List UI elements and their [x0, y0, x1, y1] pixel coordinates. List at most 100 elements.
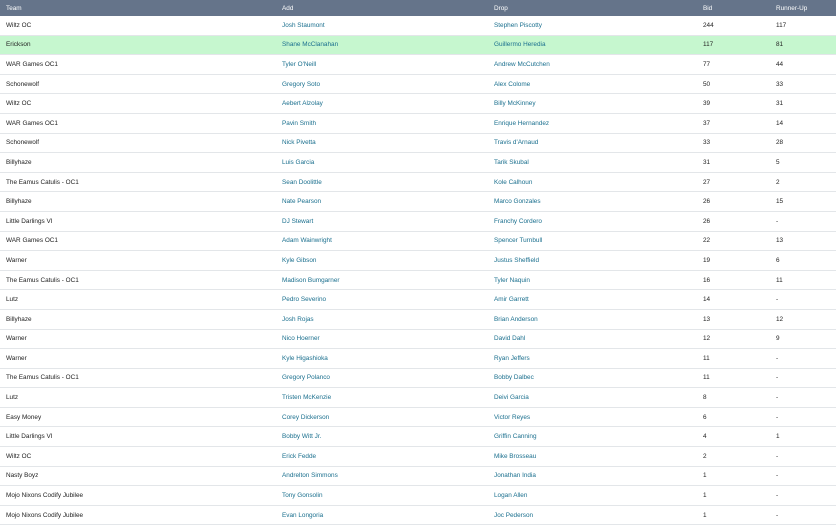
table-row: Wiltz OC Aebert Alzolay Billy McKinney 39 31 — [0, 93, 836, 114]
dropped-player-link[interactable]: Enrique Hernandez — [494, 120, 549, 127]
add-cell: Nico Hoerner — [276, 329, 488, 350]
drop-cell: Alex Colome — [488, 74, 697, 95]
added-player-link[interactable]: Pedro Severino — [282, 296, 326, 303]
added-player-link[interactable]: Kyle Higashioka — [282, 355, 328, 362]
added-player-link[interactable]: DJ Stewart — [282, 218, 313, 225]
added-player-link[interactable]: Nico Hoerner — [282, 335, 320, 342]
dropped-player-link[interactable]: Tyler Naquin — [494, 277, 530, 284]
added-player-link[interactable]: Pavin Smith — [282, 120, 316, 127]
added-player-link[interactable]: Sean Doolittle — [282, 179, 322, 186]
added-player-link[interactable]: Madison Bumgarner — [282, 277, 340, 284]
runner-up-column-header[interactable]: Runner-Up — [770, 0, 836, 16]
dropped-player-link[interactable]: Brian Anderson — [494, 316, 538, 323]
bid-cell: 12 — [697, 329, 770, 350]
add-cell: Bobby Witt Jr. — [276, 426, 488, 448]
team-cell: Lutz — [0, 387, 276, 408]
team-cell: The Eamus Catulis - OC1 — [0, 368, 276, 389]
runner-up-cell: 31 — [770, 93, 836, 114]
dropped-player-link[interactable]: Victor Reyes — [494, 414, 530, 421]
dropped-player-link[interactable]: Spencer Turnbull — [494, 237, 542, 244]
team-cell: Mojo Nixons Codify Jubilee — [0, 485, 276, 506]
bid-cell: 31 — [697, 152, 770, 173]
team-column-header[interactable]: Team — [0, 0, 276, 16]
dropped-player-link[interactable]: Billy McKinney — [494, 100, 536, 107]
runner-up-cell: - — [770, 466, 836, 487]
runner-up-cell: 117 — [770, 16, 836, 36]
added-player-link[interactable]: Corey Dickerson — [282, 414, 329, 421]
dropped-player-link[interactable]: Travis d'Arnaud — [494, 139, 538, 146]
added-player-link[interactable]: Kyle Gibson — [282, 257, 316, 264]
add-column-header[interactable]: Add — [276, 0, 488, 16]
dropped-player-link[interactable]: Tarik Skubal — [494, 159, 529, 166]
runner-up-cell: - — [770, 368, 836, 389]
dropped-player-link[interactable]: Joc Pederson — [494, 512, 533, 519]
added-player-link[interactable]: Adam Wainwright — [282, 237, 332, 244]
table-row: Mojo Nixons Codify Jubilee Tony Gonsolin L… — [0, 485, 836, 506]
added-player-link[interactable]: Erick Fedde — [282, 453, 316, 460]
added-player-link[interactable]: Gregory Soto — [282, 81, 320, 88]
transactions-table: Team Add Drop Bid Runner-Up Wiltz OC Josh… — [0, 0, 836, 525]
bid-cell: 2 — [697, 446, 770, 467]
dropped-player-link[interactable]: Alex Colome — [494, 81, 530, 88]
bid-cell: 27 — [697, 172, 770, 193]
dropped-player-link[interactable]: Guillermo Heredia — [494, 41, 546, 48]
team-cell: WAR Games OC1 — [0, 54, 276, 75]
drop-cell: Mike Brosseau — [488, 446, 697, 467]
runner-up-cell: - — [770, 348, 836, 369]
added-player-link[interactable]: Tyler O'Neill — [282, 61, 316, 68]
table-row: Schonewolf Nick Pivetta Travis d'Arnaud 33 2… — [0, 133, 836, 154]
drop-cell: Griffin Canning — [488, 426, 697, 448]
dropped-player-link[interactable]: Ryan Jeffers — [494, 355, 530, 362]
drop-cell: Ryan Jeffers — [488, 348, 697, 369]
table-row: Wiltz OC Josh Staumont Stephen Piscotty 244… — [0, 16, 836, 36]
dropped-player-link[interactable]: Griffin Canning — [494, 433, 537, 440]
dropped-player-link[interactable]: Kole Calhoun — [494, 179, 532, 186]
dropped-player-link[interactable]: Franchy Cordero — [494, 218, 542, 225]
dropped-player-link[interactable]: Andrew McCutchen — [494, 61, 550, 68]
table-row: Easy Money Corey Dickerson Victor Reyes 6- — [0, 407, 836, 428]
added-player-link[interactable]: Tony Gonsolin — [282, 492, 323, 499]
add-cell: Tyler O'Neill — [276, 54, 488, 75]
dropped-player-link[interactable]: Mike Brosseau — [494, 453, 536, 460]
added-player-link[interactable]: Bobby Witt Jr. — [282, 433, 321, 440]
add-cell: Nate Pearson — [276, 191, 488, 212]
table-body: Wiltz OC Josh Staumont Stephen Piscotty 2 44… — [0, 16, 836, 525]
add-cell: Josh Rojas — [276, 309, 488, 330]
dropped-player-link[interactable]: Jonathan India — [494, 472, 536, 479]
drop-cell: Andrew McCutchen — [488, 54, 697, 75]
add-cell: Josh Staumont — [276, 16, 488, 36]
dropped-player-link[interactable]: Amir Garrett — [494, 296, 529, 303]
added-player-link[interactable]: Tristen McKenzie — [282, 394, 331, 401]
added-player-link[interactable]: Shane McClanahan — [282, 41, 338, 48]
dropped-player-link[interactable]: David Dahl — [494, 335, 525, 342]
table-row: Warner Nico Hoerner David Dahl 12 9 — [0, 329, 836, 350]
drop-cell: Spencer Turnbull — [488, 231, 697, 252]
added-player-link[interactable]: Aebert Alzolay — [282, 100, 323, 107]
team-cell: Warner — [0, 329, 276, 350]
table-header: Team Add Drop Bid Runner-Up — [0, 0, 836, 16]
runner-up-cell: 81 — [770, 35, 836, 56]
dropped-player-link[interactable]: Bobby Dalbec — [494, 374, 534, 381]
bid-column-header[interactable]: Bid — [697, 0, 770, 16]
added-player-link[interactable]: Nate Pearson — [282, 198, 321, 205]
added-player-link[interactable]: Nick Pivetta — [282, 139, 316, 146]
table-row: Little Darlings VI DJ Stewart Franchy Cord… — [0, 211, 836, 232]
bid-cell: 26 — [697, 211, 770, 232]
added-player-link[interactable]: Luis Garcia — [282, 159, 314, 166]
team-cell: Billyhaze — [0, 191, 276, 212]
added-player-link[interactable]: Josh Staumont — [282, 22, 325, 29]
runner-up-cell: 44 — [770, 54, 836, 75]
dropped-player-link[interactable]: Marco Gonzales — [494, 198, 541, 205]
drop-column-header[interactable]: Drop — [488, 0, 697, 16]
added-player-link[interactable]: Evan Longoria — [282, 512, 323, 519]
table-row: The Eamus Catulis - OC1 Madison Bumgarner… — [0, 270, 836, 291]
dropped-player-link[interactable]: Logan Allen — [494, 492, 527, 499]
added-player-link[interactable]: Andrelton Simmons — [282, 472, 338, 479]
team-cell: Warner — [0, 348, 276, 369]
added-player-link[interactable]: Gregory Polanco — [282, 374, 330, 381]
team-cell: Wiltz OC — [0, 446, 276, 467]
added-player-link[interactable]: Josh Rojas — [282, 316, 314, 323]
dropped-player-link[interactable]: Justus Sheffield — [494, 257, 539, 264]
dropped-player-link[interactable]: Deivi Garcia — [494, 394, 529, 401]
dropped-player-link[interactable]: Stephen Piscotty — [494, 22, 542, 29]
